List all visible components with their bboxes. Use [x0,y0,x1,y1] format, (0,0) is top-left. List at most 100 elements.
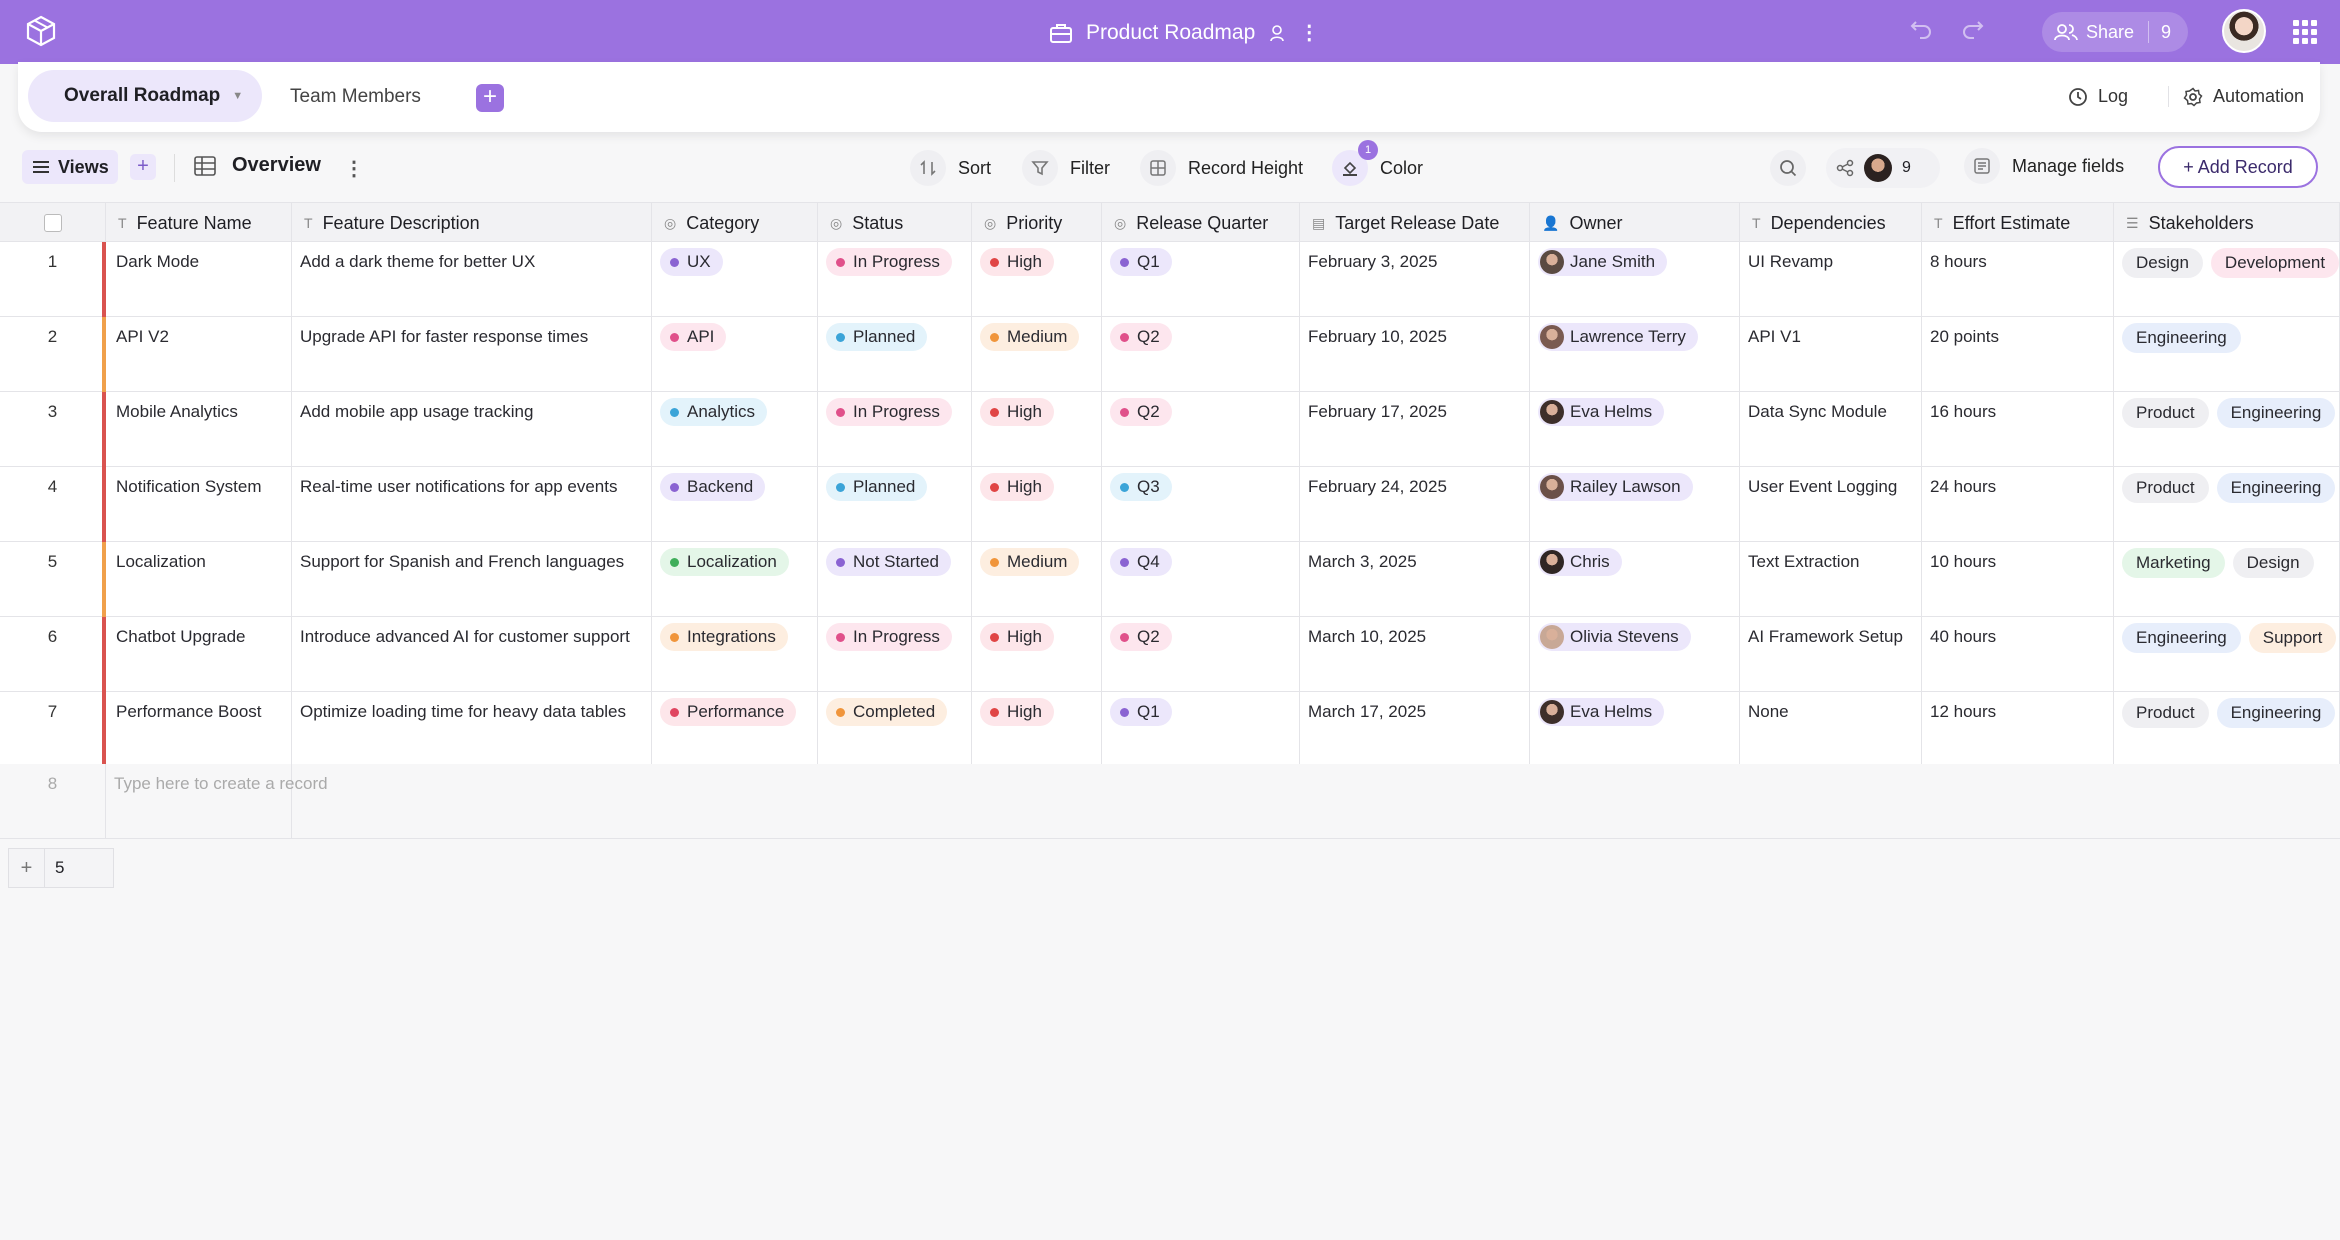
desc-cell[interactable]: Add a dark theme for better UX [292,242,652,317]
views-button[interactable]: Views [22,150,118,184]
share-button[interactable]: Share 9 [2042,12,2188,52]
deps-cell[interactable]: Text Extraction [1740,542,1922,617]
select-all-checkbox[interactable] [43,214,62,232]
quarter-cell[interactable]: Q2 [1102,392,1300,467]
deps-cell[interactable]: API V1 [1740,317,1922,392]
date-cell[interactable]: February 3, 2025 [1300,242,1530,317]
stakeholders-cell[interactable]: Engineering Support [2114,617,2340,692]
add-table-button[interactable]: + [476,84,504,112]
owner-cell[interactable]: Eva Helms [1530,692,1740,767]
deps-cell[interactable]: Data Sync Module [1740,392,1922,467]
priority-cell[interactable]: High [972,392,1102,467]
quarter-cell[interactable]: Q1 [1102,692,1300,767]
current-view[interactable]: Overview [194,154,321,177]
column-header-status[interactable]: ◎ Status [818,203,972,243]
document-title[interactable]: Product Roadmap [1086,21,1255,45]
table-row[interactable]: 1 Dark Mode Add a dark theme for better UX… [0,242,2340,317]
view-more-icon[interactable]: ⋮ [344,156,364,181]
desc-cell[interactable]: Introduce advanced AI for customer suppo… [292,617,652,692]
add-record-button[interactable]: + Add Record [2158,146,2318,188]
priority-cell[interactable]: High [972,467,1102,542]
effort-cell[interactable]: 10 hours [1922,542,2114,617]
effort-cell[interactable]: 40 hours [1922,617,2114,692]
deps-cell[interactable]: AI Framework Setup [1740,617,1922,692]
status-cell[interactable]: Planned [818,467,972,542]
log-button[interactable]: Log [2068,86,2128,107]
owner-cell[interactable]: Eva Helms [1530,392,1740,467]
title-more-icon[interactable]: ⋮ [1299,23,1319,43]
name-cell[interactable]: API V2 [106,317,292,392]
effort-cell[interactable]: 12 hours [1922,692,2114,767]
table-row[interactable]: 2 API V2 Upgrade API for faster response t… [0,317,2340,392]
new-record-placeholder[interactable]: Type here to create a record [106,764,328,839]
date-cell[interactable]: February 17, 2025 [1300,392,1530,467]
column-header-effort[interactable]: T Effort Estimate [1922,203,2114,243]
category-cell[interactable]: Performance [652,692,818,767]
date-cell[interactable]: March 10, 2025 [1300,617,1530,692]
desc-cell[interactable]: Upgrade API for faster response times [292,317,652,392]
chevron-down-icon[interactable]: ▼ [232,90,243,102]
column-header-desc[interactable]: T Feature Description [292,203,652,243]
undo-icon[interactable] [1910,18,1932,40]
search-button[interactable] [1770,150,1806,186]
quarter-cell[interactable]: Q2 [1102,317,1300,392]
sort-button[interactable]: Sort [904,148,997,188]
date-cell[interactable]: March 17, 2025 [1300,692,1530,767]
desc-cell[interactable]: Optimize loading time for heavy data tab… [292,692,652,767]
column-header-priority[interactable]: ◎ Priority [972,203,1102,243]
record-height-button[interactable]: Record Height [1134,148,1309,188]
effort-cell[interactable]: 24 hours [1922,467,2114,542]
priority-cell[interactable]: High [972,617,1102,692]
stakeholders-cell[interactable]: Design Development [2114,242,2340,317]
status-cell[interactable]: Planned [818,317,972,392]
add-row-icon[interactable]: + [9,849,45,887]
name-cell[interactable]: Chatbot Upgrade [106,617,292,692]
add-view-button[interactable]: + [130,154,156,180]
effort-cell[interactable]: 8 hours [1922,242,2114,317]
category-cell[interactable]: Backend [652,467,818,542]
owner-cell[interactable]: Jane Smith [1530,242,1740,317]
name-cell[interactable]: Notification System [106,467,292,542]
desc-cell[interactable]: Support for Spanish and French languages [292,542,652,617]
status-cell[interactable]: Not Started [818,542,972,617]
stakeholders-cell[interactable]: Product Engineering [2114,392,2340,467]
category-cell[interactable]: Localization [652,542,818,617]
date-cell[interactable]: February 24, 2025 [1300,467,1530,542]
name-cell[interactable]: Mobile Analytics [106,392,292,467]
quarter-cell[interactable]: Q1 [1102,242,1300,317]
date-cell[interactable]: February 10, 2025 [1300,317,1530,392]
member-icon[interactable] [1269,24,1285,42]
effort-cell[interactable]: 16 hours [1922,392,2114,467]
table-row[interactable]: 6 Chatbot Upgrade Introduce advanced AI fo… [0,617,2340,692]
quarter-cell[interactable]: Q2 [1102,617,1300,692]
column-header-owner[interactable]: 👤 Owner [1530,203,1740,243]
date-cell[interactable]: March 3, 2025 [1300,542,1530,617]
automation-button[interactable]: Automation [2168,86,2304,107]
column-header-quarter[interactable]: ◎ Release Quarter [1102,203,1300,243]
status-cell[interactable]: Completed [818,692,972,767]
document-title-area[interactable]: Product Roadmap ⋮ [1050,18,1319,48]
manage-fields-button[interactable]: Manage fields [1964,148,2124,184]
owner-cell[interactable]: Chris [1530,542,1740,617]
stakeholders-cell[interactable]: Product Engineering [2114,467,2340,542]
deps-cell[interactable]: UI Revamp [1740,242,1922,317]
column-header-date[interactable]: ▤ Target Release Date [1300,203,1530,243]
tab-team-members[interactable]: Team Members [290,86,421,108]
table-row[interactable]: 4 Notification System Real-time user notif… [0,467,2340,542]
column-header-name[interactable]: T Feature Name [106,203,292,243]
desc-cell[interactable]: Real-time user notifications for app eve… [292,467,652,542]
apps-grid-icon[interactable] [2293,20,2317,44]
category-cell[interactable]: Analytics [652,392,818,467]
stakeholders-cell[interactable]: Marketing Design [2114,542,2340,617]
status-cell[interactable]: In Progress [818,392,972,467]
desc-cell[interactable]: Add mobile app usage tracking [292,392,652,467]
column-header-deps[interactable]: T Dependencies [1740,203,1922,243]
name-cell[interactable]: Localization [106,542,292,617]
status-cell[interactable]: In Progress [818,617,972,692]
column-header-category[interactable]: ◎ Category [652,203,818,243]
quarter-cell[interactable]: Q4 [1102,542,1300,617]
status-cell[interactable]: In Progress [818,242,972,317]
stakeholders-cell[interactable]: Engineering [2114,317,2340,392]
quarter-cell[interactable]: Q3 [1102,467,1300,542]
table-row[interactable]: 7 Performance Boost Optimize loading time … [0,692,2340,767]
